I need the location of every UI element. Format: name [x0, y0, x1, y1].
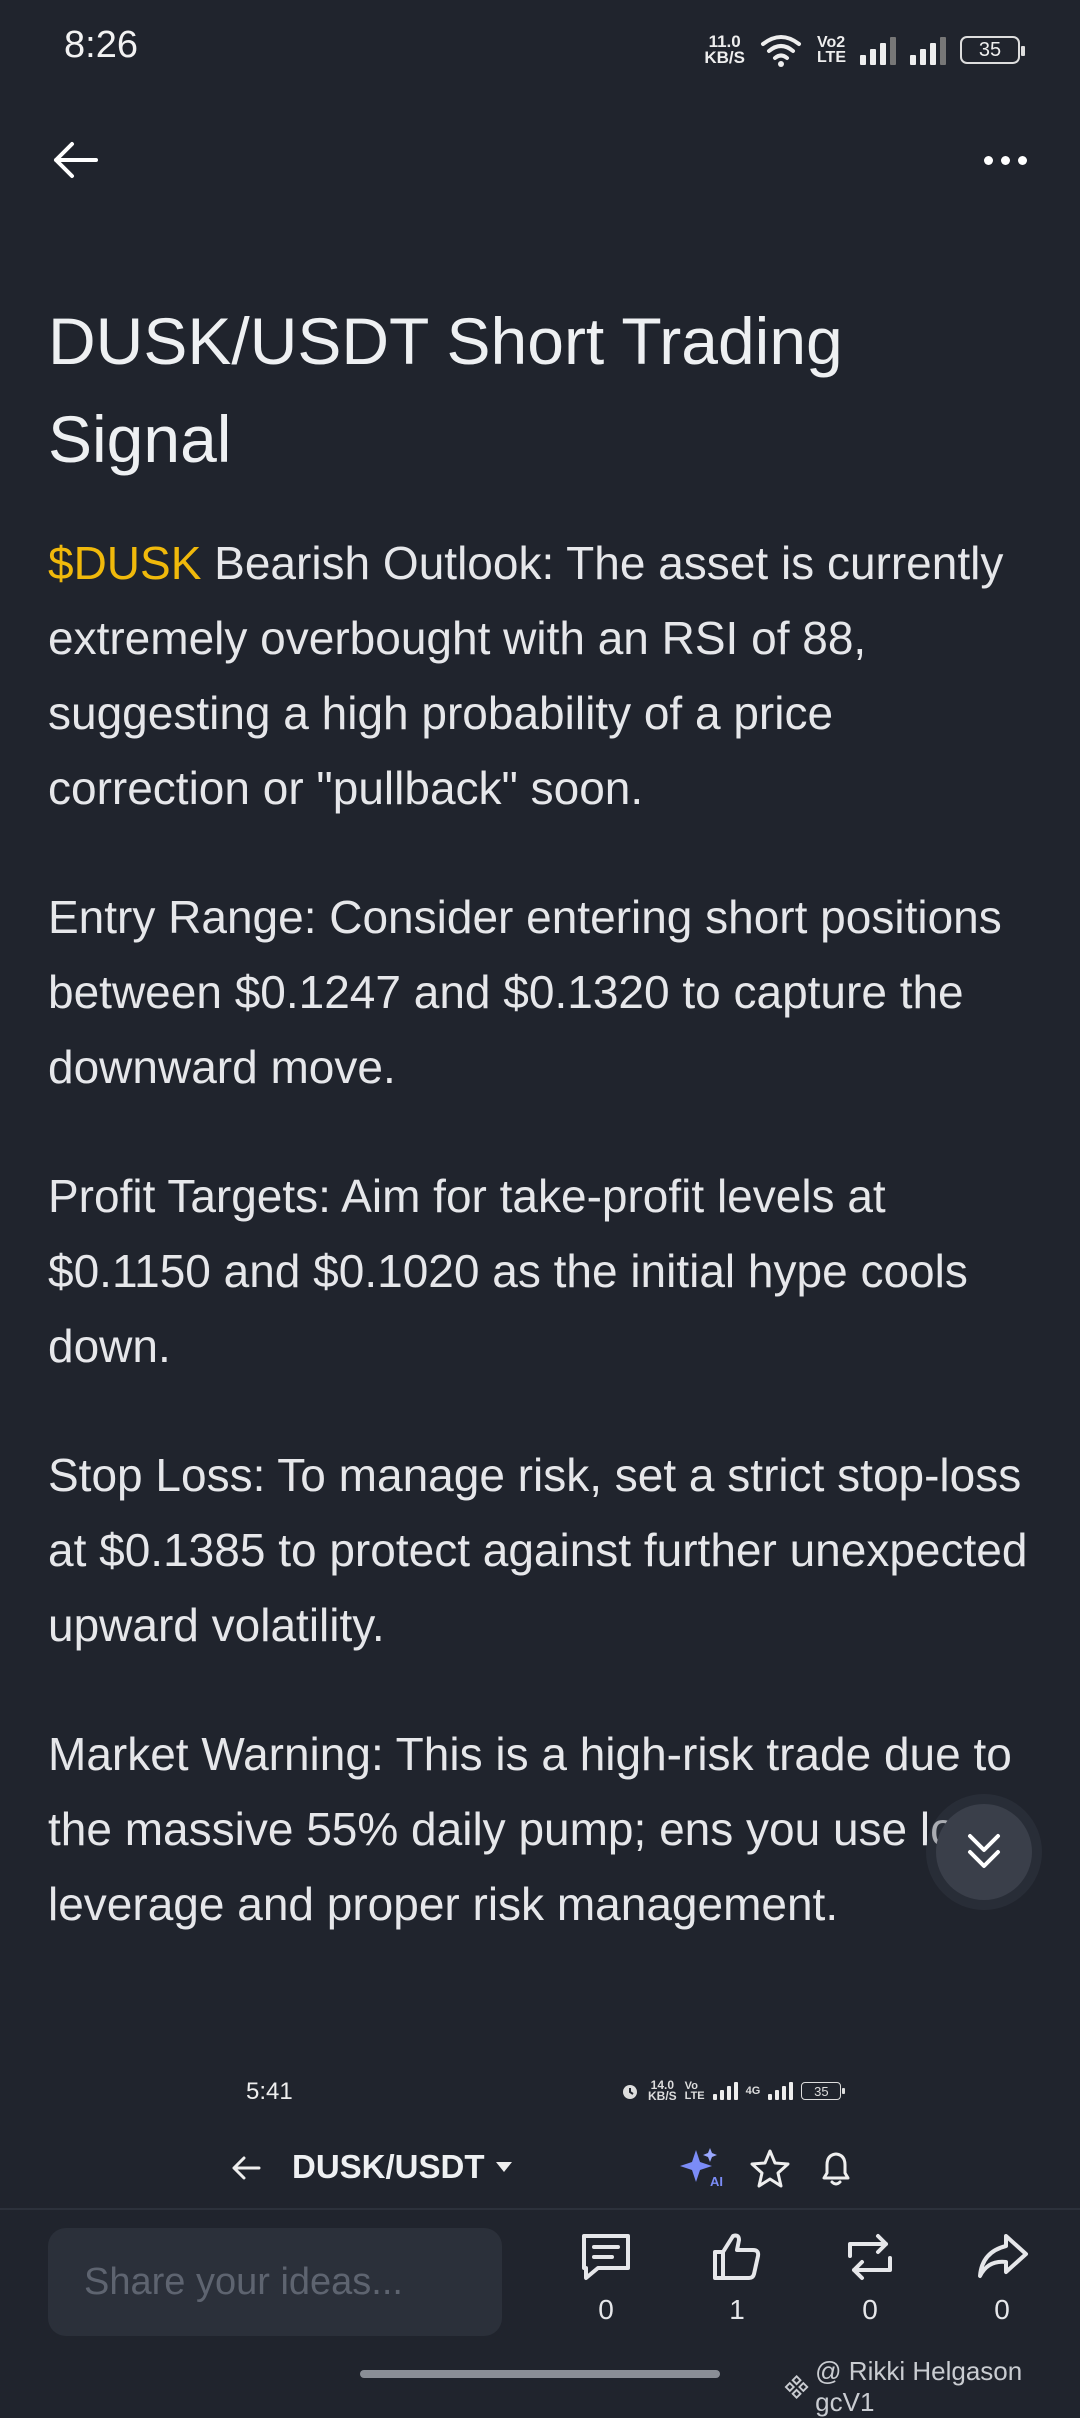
- paragraph-entry-range: Entry Range: Consider entering short pos…: [48, 891, 1002, 1093]
- ai-assistant-button[interactable]: AI: [680, 2146, 728, 2190]
- share-arrow-icon: [978, 2234, 1028, 2278]
- home-indicator[interactable]: [360, 2370, 720, 2378]
- bell-icon: [822, 2152, 850, 2186]
- chevrons-down-icon: [968, 1834, 1000, 1868]
- favorite-button[interactable]: [748, 2146, 792, 2190]
- embedded-volte-indicator: Vo LTE: [684, 2080, 705, 2102]
- shares-count: 0: [994, 2294, 1010, 2325]
- divider: [0, 2208, 1080, 2210]
- paragraph-market-warning: Market Warning: This is a high-risk trad…: [48, 1728, 1012, 1930]
- caret-down-icon: [495, 2162, 512, 2172]
- comment-icon: [582, 2234, 630, 2280]
- share-button[interactable]: 0: [954, 2230, 1050, 2326]
- paragraph-profit-targets: Profit Targets: Aim for take-profit leve…: [48, 1170, 968, 1372]
- more-options-button[interactable]: [970, 135, 1040, 185]
- binance-logo-icon: [784, 2374, 809, 2400]
- embedded-battery-icon: 35: [801, 2082, 846, 2100]
- embedded-status-icons: 14.0 KB/S Vo LTE 4G 35: [620, 2078, 846, 2103]
- scroll-to-bottom-button[interactable]: [936, 1804, 1032, 1900]
- embedded-signal-sim2-icon: [768, 2082, 794, 2100]
- volte-indicator: Vo2 LTE: [816, 34, 846, 66]
- wifi-icon: [760, 35, 801, 67]
- arrow-left-icon: [54, 142, 98, 178]
- sparkle-ai-icon: AI: [680, 2148, 723, 2189]
- repost-button[interactable]: 0: [822, 2230, 918, 2326]
- status-time: 8:26: [64, 24, 138, 66]
- thumbs-up-icon: [713, 2233, 761, 2280]
- svg-text:AI: AI: [710, 2174, 723, 2189]
- alarm-icon: [623, 2085, 637, 2099]
- coin-tag-link[interactable]: $DUSK: [48, 537, 201, 589]
- share-ideas-input[interactable]: [48, 2228, 502, 2336]
- price-alert-button[interactable]: [814, 2146, 858, 2190]
- signal-sim2-icon: [910, 35, 946, 65]
- paragraph-outlook: $DUSK Bearish Outlook: The asset is curr…: [48, 537, 1004, 814]
- comments-button[interactable]: 0: [558, 2230, 654, 2326]
- status-bar: 8:26 11.0 KB/S Vo2 LTE 35: [0, 0, 1080, 100]
- more-horizontal-icon: [983, 155, 993, 165]
- embedded-4g-label: 4G: [745, 2085, 761, 2097]
- likes-count: 1: [729, 2294, 745, 2325]
- network-speed: 11.0 KB/S: [704, 32, 745, 67]
- pair-selector[interactable]: DUSK/USDT: [292, 2148, 513, 2186]
- reposts-count: 0: [862, 2294, 878, 2325]
- embedded-network-speed: 14.0 KB/S: [648, 2078, 677, 2103]
- watermark-text: @ Rikki Helgason gcV1: [815, 2356, 1023, 2417]
- paragraph-stop-loss: Stop Loss: To manage risk, set a strict …: [48, 1449, 1028, 1651]
- embedded-back-button[interactable]: [224, 2146, 268, 2190]
- signal-sim1-icon: [860, 35, 896, 65]
- like-button[interactable]: 1: [689, 2230, 785, 2326]
- embedded-status-time: 5:41: [246, 2078, 293, 2105]
- comments-count: 0: [598, 2294, 614, 2325]
- embedded-signal-icon: [712, 2082, 738, 2100]
- back-button[interactable]: [40, 130, 110, 190]
- article-title: DUSK/USDT Short Trading Signal: [48, 304, 843, 476]
- pair-label: DUSK/USDT: [292, 2148, 485, 2185]
- battery-icon: 35: [960, 36, 1025, 64]
- watermark: @ Rikki Helgason gcV1: [784, 2356, 1080, 2418]
- star-icon: [750, 2149, 790, 2188]
- article-body: $DUSK Bearish Outlook: The asset is curr…: [48, 526, 1038, 1996]
- arrow-left-icon: [232, 2156, 261, 2180]
- status-icons: 11.0 KB/S Vo2 LTE 35: [704, 28, 1025, 72]
- repost-icon: [848, 2234, 892, 2280]
